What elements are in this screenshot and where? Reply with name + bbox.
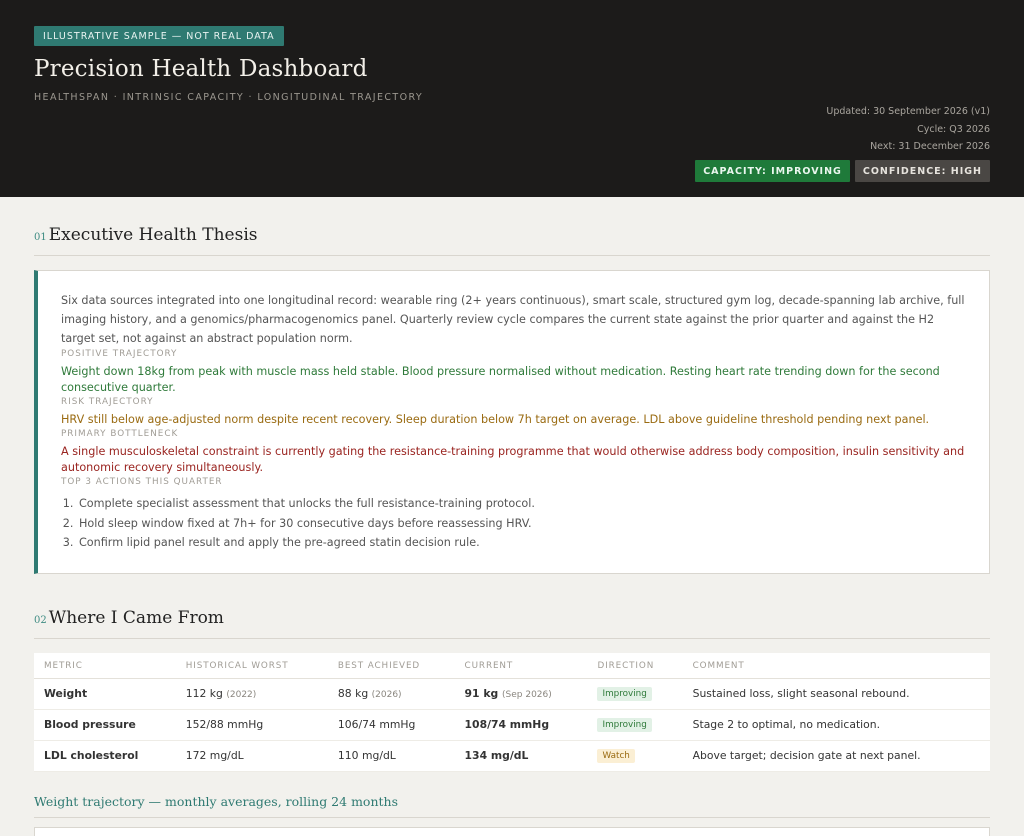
status-badge: Improving (597, 717, 652, 732)
direction-cell: Improving (587, 678, 683, 710)
status-badge: Improving (597, 686, 652, 701)
positive-text: Weight down 18kg from peak with muscle m… (61, 365, 940, 394)
best-cell-date: (2026) (371, 689, 402, 700)
metric-cell: LDL cholesterol (34, 740, 176, 772)
metric-cell: Blood pressure (34, 709, 176, 741)
worst-cell-value: 152/88 mmHg (185, 717, 264, 731)
section-number: 01 (34, 232, 47, 243)
action-item: Complete specialist assessment that unlo… (77, 494, 965, 514)
current-cell-value: 134 mg/dL (464, 748, 529, 762)
bottleneck-label: PRIMARY BOTTLENECK (61, 429, 179, 439)
worst-cell-date: (2022) (226, 689, 257, 700)
next-review-date: Next: 31 December 2026 (870, 141, 990, 152)
metric-cell-value: LDL cholesterol (44, 748, 139, 762)
history-header: 02 Where I Came From (34, 608, 990, 639)
confidence-badge: CONFIDENCE: HIGH (854, 159, 990, 182)
positive-label: POSITIVE TRAJECTORY (61, 349, 178, 359)
risk-label: RISK TRAJECTORY (61, 397, 154, 407)
best-cell-value: 88 kg (337, 686, 369, 700)
worst-cell: 152/88 mmHg (175, 709, 328, 741)
thesis-intro: Six data sources integrated into one lon… (61, 294, 965, 345)
hero-header: ILLUSTRATIVE SAMPLE — NOT REAL DATA Prec… (0, 0, 1024, 197)
actions-list: Complete specialist assessment that unlo… (61, 494, 965, 553)
current-cell-value: 108/74 mmHg (464, 717, 550, 731)
column-header: METRIC (34, 652, 176, 679)
status-badge: Watch (597, 748, 635, 763)
metric-cell-value: Weight (44, 686, 88, 700)
action-item: Confirm lipid panel result and apply the… (77, 533, 965, 553)
history-section: 02 Where I Came From METRIC HISTORICAL W… (0, 608, 1024, 836)
section-title: Executive Health Thesis (48, 225, 258, 245)
thesis-section: 01 Executive Health Thesis Six data sour… (0, 225, 1024, 574)
status-badges: CAPACITY: IMPROVING CONFIDENCE: HIGH (695, 159, 990, 182)
comment-cell: Above target; decision gate at next pane… (682, 740, 990, 772)
current-cell: 134 mg/dL (454, 740, 588, 772)
table-row: Weight 112 kg (2022) 88 kg (2026) 91 kg (Se… (34, 678, 990, 710)
comment-cell-value: Sustained loss, slight seasonal rebound. (692, 686, 910, 700)
history-table: METRIC HISTORICAL WORST BEST ACHIEVED CU… (34, 652, 990, 772)
comment-cell: Sustained loss, slight seasonal rebound. (682, 678, 990, 710)
direction-cell: Improving (587, 709, 683, 741)
report-meta: Updated: 30 September 2026 (v1) Cycle: Q… (695, 103, 990, 182)
weight-chart-block: Weight trajectory — monthly averages, ro… (34, 794, 990, 836)
comment-cell-value: Stage 2 to optimal, no medication. (692, 717, 881, 731)
current-cell-value: 91 kg (464, 686, 499, 700)
thesis-card: Six data sources integrated into one lon… (34, 270, 990, 574)
actions-label: TOP 3 ACTIONS THIS QUARTER (61, 477, 223, 487)
column-header: DIRECTION (587, 652, 683, 679)
bottleneck-text: A single musculoskeletal constraint is c… (61, 445, 965, 474)
table-row: LDL cholesterol 172 mg/dL 110 mg/dL 134 mg/… (34, 740, 990, 772)
direction-cell: Watch (587, 740, 683, 772)
comment-cell-value: Above target; decision gate at next pane… (692, 748, 921, 762)
metric-cell: Weight (34, 678, 176, 710)
page-title: Precision Health Dashboard (34, 56, 368, 82)
chart-title: Weight trajectory — monthly averages, ro… (34, 794, 990, 818)
column-header: CURRENT (454, 652, 588, 679)
column-header: COMMENT (682, 652, 990, 679)
capacity-badge: CAPACITY: IMPROVING (695, 159, 850, 182)
column-header: HISTORICAL WORST (175, 652, 328, 679)
best-cell-value: 110 mg/dL (337, 748, 396, 762)
weight-chart-card (34, 826, 990, 836)
risk-text: HRV still below age-adjusted norm despit… (61, 413, 930, 426)
worst-cell: 112 kg (2022) (175, 678, 328, 710)
column-header: BEST ACHIEVED (327, 652, 455, 679)
action-item: Hold sleep window fixed at 7h+ for 30 co… (77, 514, 965, 534)
best-cell: 88 kg (2026) (327, 678, 455, 710)
metric-cell-value: Blood pressure (44, 717, 136, 731)
section-number: 02 (34, 614, 47, 626)
worst-cell: 172 mg/dL (175, 740, 328, 772)
comment-cell: Stage 2 to optimal, no medication. (682, 709, 990, 741)
updated-date: Updated: 30 September 2026 (v1) (826, 106, 990, 117)
best-cell: 110 mg/dL (327, 740, 455, 772)
current-cell: 108/74 mmHg (454, 709, 588, 741)
current-cell-date: (Sep 2026) (502, 689, 552, 700)
table-row: Blood pressure 152/88 mmHg 106/74 mmHg 108/… (34, 709, 990, 741)
current-cell: 91 kg (Sep 2026) (454, 678, 588, 710)
page-subtitle: HEALTHSPAN · INTRINSIC CAPACITY · LONGIT… (34, 92, 424, 103)
cycle-label: Cycle: Q3 2026 (917, 123, 990, 135)
table-header-row: METRIC HISTORICAL WORST BEST ACHIEVED CU… (34, 652, 990, 679)
worst-cell-value: 172 mg/dL (185, 748, 244, 762)
worst-cell-value: 112 kg (185, 686, 223, 700)
thesis-header: 01 Executive Health Thesis (34, 225, 990, 256)
best-cell: 106/74 mmHg (327, 709, 455, 741)
best-cell-value: 106/74 mmHg (337, 717, 416, 731)
section-title: Where I Came From (48, 607, 224, 628)
sample-tag: ILLUSTRATIVE SAMPLE — NOT REAL DATA (34, 26, 284, 46)
